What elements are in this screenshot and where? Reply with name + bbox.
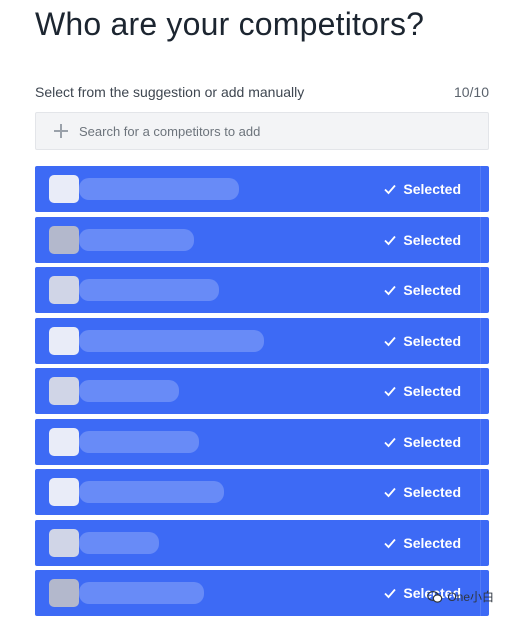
selected-badge[interactable]: Selected — [383, 318, 461, 364]
selected-badge[interactable]: Selected — [383, 166, 461, 212]
selected-label: Selected — [403, 484, 461, 500]
competitor-selection-page: Who are your competitors? Select from th… — [0, 0, 508, 621]
check-icon — [384, 285, 397, 296]
competitor-row-3[interactable]: Selected — [35, 267, 489, 313]
competitor-name-blurred — [79, 531, 159, 554]
plus-icon[interactable] — [53, 123, 69, 139]
competitor-logo — [49, 326, 79, 355]
wechat-icon — [427, 590, 443, 603]
competitor-row-4[interactable]: Selected — [35, 317, 489, 364]
selected-label: Selected — [403, 282, 461, 298]
competitor-name-blurred — [79, 178, 239, 200]
check-icon — [384, 588, 397, 599]
selected-badge[interactable]: Selected — [383, 267, 461, 313]
competitor-row-6[interactable]: Selected — [35, 418, 489, 465]
competitor-name-blurred — [79, 279, 219, 301]
selected-label: Selected — [403, 383, 461, 399]
competitor-logo — [49, 377, 79, 405]
competitor-row-9[interactable]: Selected — [35, 570, 489, 616]
check-icon — [384, 538, 397, 548]
competitor-name-blurred — [79, 481, 224, 503]
competitor-logo — [49, 276, 79, 304]
selection-instructions: Select from the suggestion or add manual… — [35, 84, 489, 100]
check-icon — [384, 184, 397, 195]
competitor-row-5[interactable]: Selected — [35, 368, 489, 414]
check-icon — [384, 386, 397, 397]
competitor-name-blurred — [79, 582, 204, 604]
selected-badge[interactable]: Selected — [383, 469, 461, 515]
selected-label: Selected — [403, 534, 461, 551]
competitor-logo — [49, 175, 79, 203]
selected-badge[interactable]: Selected — [383, 217, 461, 263]
competitor-logo — [49, 478, 79, 506]
selected-label: Selected — [403, 433, 461, 450]
selected-label: Selected — [403, 332, 461, 349]
competitor-logo — [49, 427, 79, 456]
competitor-logo — [49, 225, 79, 254]
selection-counter: 10/10 — [453, 84, 489, 100]
watermark-text: One小白 — [447, 590, 494, 604]
competitor-name-blurred — [79, 329, 264, 352]
page-title: Who are your competitors? — [35, 6, 425, 42]
selected-badge[interactable]: Selected — [383, 419, 461, 465]
selected-label: Selected — [403, 231, 461, 248]
watermark: One小白 — [427, 588, 494, 605]
competitor-logo — [49, 528, 79, 557]
check-icon — [384, 487, 397, 498]
competitor-list: Selected Selected Selected Selected Sele… — [35, 166, 489, 621]
check-icon — [384, 336, 397, 346]
selected-label: Selected — [403, 181, 461, 197]
competitor-row-1[interactable]: Selected — [35, 166, 489, 212]
search-placeholder: Search for a competitors to add — [79, 123, 261, 139]
competitor-row-7[interactable]: Selected — [35, 469, 489, 515]
selected-badge[interactable]: Selected — [383, 520, 461, 566]
instruction-text: Select from the suggestion or add manual… — [35, 84, 305, 100]
check-icon — [384, 437, 397, 447]
selected-badge[interactable]: Selected — [383, 368, 461, 414]
competitor-row-8[interactable]: Selected — [35, 519, 489, 566]
competitor-row-2[interactable]: Selected — [35, 216, 489, 263]
competitor-name-blurred — [79, 228, 194, 251]
competitor-name-blurred — [79, 430, 199, 453]
check-icon — [384, 235, 397, 245]
competitor-search-input[interactable]: Search for a competitors to add — [35, 112, 489, 150]
competitor-name-blurred — [79, 380, 179, 402]
competitor-logo — [49, 579, 79, 607]
